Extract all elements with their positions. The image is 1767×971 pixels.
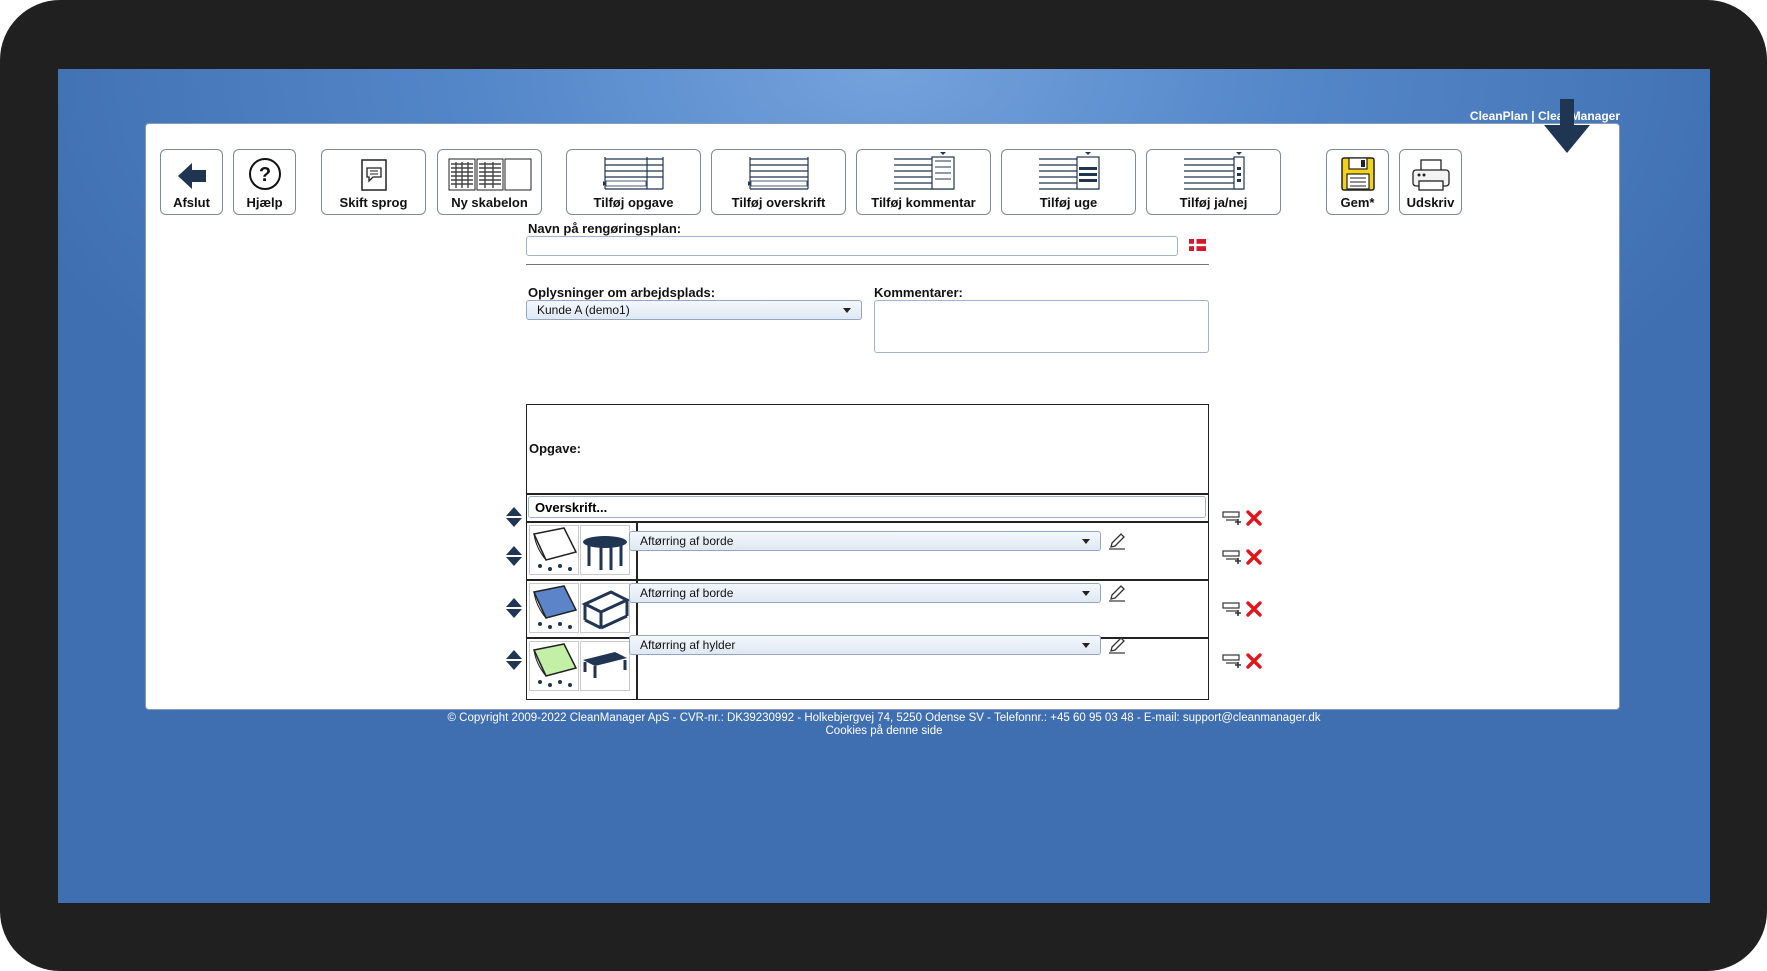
add-comment-icon bbox=[893, 152, 955, 190]
cloth-icon bbox=[532, 527, 578, 571]
chevron-down-icon bbox=[1082, 591, 1090, 596]
task-select[interactable]: Aftørring af hylder bbox=[629, 635, 1101, 655]
shelf-icon bbox=[583, 652, 627, 678]
sort-arrows-icon[interactable] bbox=[505, 506, 523, 528]
add-heading-icon bbox=[747, 157, 809, 190]
help-button[interactable]: ? Hjælp bbox=[233, 149, 296, 215]
delete-icon[interactable] bbox=[1246, 653, 1262, 669]
add-task-icon bbox=[602, 157, 664, 190]
speech-bubble-icon bbox=[360, 159, 387, 191]
chevron-down-icon bbox=[843, 308, 851, 313]
workplace-select-value: Kunde A (demo1) bbox=[537, 303, 630, 317]
task-select[interactable]: Aftørring af borde bbox=[629, 583, 1101, 603]
delete-icon[interactable] bbox=[1246, 601, 1262, 617]
task-column-header: Opgave: bbox=[529, 441, 582, 456]
insert-row-icon[interactable] bbox=[1222, 549, 1244, 565]
comments-label: Kommentarer: bbox=[874, 285, 963, 300]
printer-icon bbox=[1411, 159, 1450, 191]
table-divider bbox=[527, 521, 1208, 523]
task-select-value: Aftørring af borde bbox=[640, 534, 734, 548]
add-week-icon bbox=[1038, 152, 1100, 190]
cloth-image bbox=[529, 583, 579, 633]
add-week-label: Tilføj uge bbox=[1039, 195, 1098, 210]
language-label: Skift sprog bbox=[339, 195, 408, 210]
print-label: Udskriv bbox=[1406, 195, 1455, 210]
exit-button[interactable]: Afslut bbox=[160, 149, 223, 215]
exit-label: Afslut bbox=[173, 195, 210, 210]
cloth-image bbox=[529, 641, 579, 691]
insert-row-icon[interactable] bbox=[1222, 510, 1244, 526]
add-yes-no-button[interactable]: Tilføj ja/nej bbox=[1146, 149, 1281, 215]
arrow-left-icon bbox=[177, 163, 206, 189]
task-select[interactable]: Aftørring af borde bbox=[629, 531, 1101, 551]
add-week-button[interactable]: Tilføj uge bbox=[1001, 149, 1136, 215]
add-heading-label: Tilføj overskrift bbox=[731, 195, 826, 210]
workplace-label: Oplysninger om arbejdsplads: bbox=[528, 285, 716, 300]
help-label: Hjælp bbox=[246, 195, 283, 210]
templates-icon bbox=[448, 158, 531, 191]
task-table: Opgave: Aftørri bbox=[526, 404, 1209, 700]
plan-name-label: Navn på rengøringsplan: bbox=[528, 221, 682, 236]
add-yes-no-label: Tilføj ja/nej bbox=[1179, 195, 1248, 210]
plan-name-input[interactable] bbox=[526, 236, 1178, 256]
form-divider bbox=[526, 264, 1209, 265]
add-heading-button[interactable]: Tilføj overskrift bbox=[711, 149, 846, 215]
add-comment-label: Tilføj kommentar bbox=[871, 195, 976, 210]
new-template-button[interactable]: Ny skabelon bbox=[437, 149, 542, 215]
add-yes-no-icon bbox=[1183, 152, 1245, 190]
print-button[interactable]: Udskriv bbox=[1399, 149, 1462, 215]
floppy-disk-icon bbox=[1340, 157, 1375, 191]
new-template-label: Ny skabelon bbox=[451, 195, 528, 210]
task-select-value: Aftørring af hylder bbox=[640, 638, 736, 652]
sort-arrows-icon[interactable] bbox=[505, 649, 523, 671]
add-task-button[interactable]: Tilføj opgave bbox=[566, 149, 701, 215]
workplace-select[interactable]: Kunde A (demo1) bbox=[526, 300, 862, 320]
task-select-value: Aftørring af borde bbox=[640, 586, 734, 600]
footer-copyright: © Copyright 2009-2022 CleanManager ApS -… bbox=[447, 712, 1321, 724]
app-screen: CleanPlan | CleanManager Afslut ? Hjælp … bbox=[58, 69, 1710, 903]
insert-row-icon[interactable] bbox=[1222, 653, 1244, 669]
save-label: Gem* bbox=[1340, 195, 1375, 210]
save-button[interactable]: Gem* bbox=[1326, 149, 1389, 215]
cloth-image bbox=[529, 525, 579, 575]
pencil-icon[interactable] bbox=[1108, 636, 1126, 654]
chevron-down-icon bbox=[1082, 539, 1090, 544]
svg-text:?: ? bbox=[258, 164, 270, 186]
round-table-icon bbox=[583, 536, 627, 570]
comments-textarea[interactable] bbox=[874, 300, 1209, 353]
heading-row-input[interactable] bbox=[528, 496, 1206, 518]
insert-row-icon[interactable] bbox=[1222, 601, 1244, 617]
cloth-icon bbox=[532, 643, 578, 687]
editor-panel: Afslut ? Hjælp Skift sprog Ny skabelon T… bbox=[145, 123, 1620, 710]
chevron-down-icon bbox=[1082, 643, 1090, 648]
sort-arrows-icon[interactable] bbox=[505, 545, 523, 567]
delete-icon[interactable] bbox=[1246, 510, 1262, 526]
object-image bbox=[580, 525, 630, 575]
pencil-icon[interactable] bbox=[1108, 584, 1126, 602]
object-image bbox=[580, 641, 630, 691]
add-comment-button[interactable]: Tilføj kommentar bbox=[856, 149, 991, 215]
tutorial-pointer-arrow-icon bbox=[1544, 99, 1590, 153]
sort-arrows-icon[interactable] bbox=[505, 597, 523, 619]
danish-flag-icon[interactable] bbox=[1189, 239, 1206, 251]
table-divider bbox=[527, 579, 1208, 581]
question-icon: ? bbox=[248, 158, 281, 190]
delete-icon[interactable] bbox=[1246, 549, 1262, 565]
language-button[interactable]: Skift sprog bbox=[321, 149, 426, 215]
object-image bbox=[580, 583, 631, 633]
add-task-label: Tilføj opgave bbox=[593, 195, 674, 210]
pencil-icon[interactable] bbox=[1108, 532, 1126, 550]
footer-cookies-link[interactable]: Cookies på denne side bbox=[58, 725, 1710, 737]
square-table-icon bbox=[581, 590, 631, 630]
table-divider bbox=[527, 493, 1208, 495]
cloth-icon bbox=[532, 585, 578, 629]
